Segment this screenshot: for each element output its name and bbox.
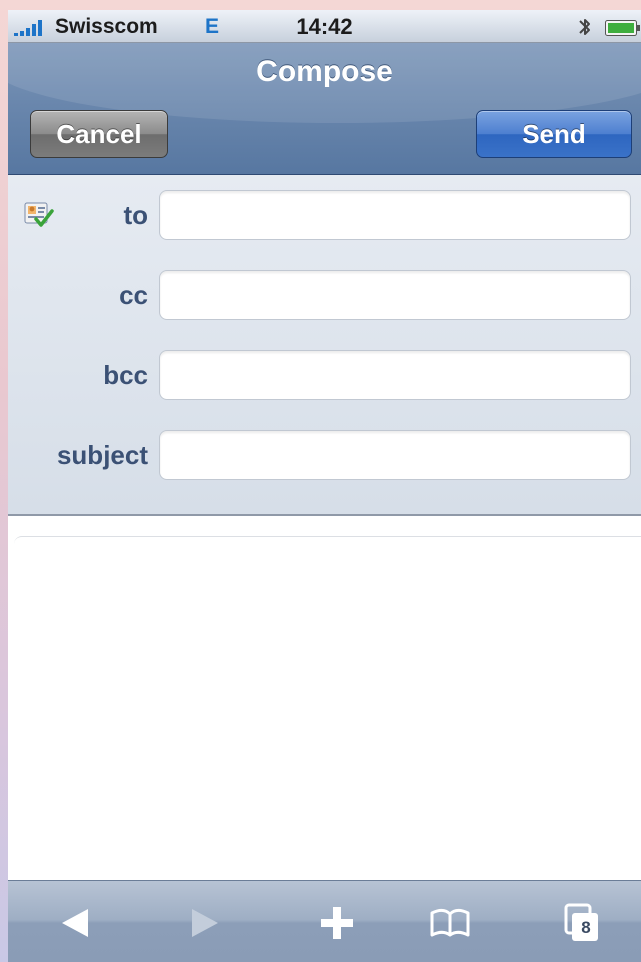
- screen: Swisscom E 14:42 Compose Cancel Send to …: [0, 0, 641, 962]
- bookmarks-icon[interactable]: [426, 901, 474, 945]
- message-body-field[interactable]: [14, 536, 641, 874]
- subject-field[interactable]: [159, 430, 631, 480]
- back-icon[interactable]: [52, 901, 100, 945]
- cc-field[interactable]: [159, 270, 631, 320]
- cancel-button[interactable]: Cancel: [30, 110, 168, 158]
- battery-icon: [605, 20, 640, 36]
- forward-icon[interactable]: [180, 901, 228, 945]
- subject-row: subject: [8, 430, 641, 480]
- browser-toolbar: 8: [8, 880, 641, 962]
- bcc-field[interactable]: [159, 350, 631, 400]
- send-button[interactable]: Send: [476, 110, 632, 158]
- navigation-bar: Compose Cancel Send: [8, 43, 641, 175]
- bcc-row: bcc: [8, 350, 641, 400]
- cc-row: cc: [8, 270, 641, 320]
- status-bar: Swisscom E 14:42: [8, 10, 641, 43]
- compose-header-fields: to cc bcc subject: [8, 175, 641, 516]
- to-label: to: [123, 200, 148, 230]
- pages-count: 8: [581, 918, 591, 937]
- plus-icon[interactable]: [313, 901, 361, 945]
- pages-button[interactable]: 8: [556, 901, 604, 945]
- bcc-label: bcc: [103, 360, 148, 390]
- clock: 14:42: [296, 14, 353, 39]
- page-title: Compose: [256, 55, 393, 88]
- to-field[interactable]: [159, 190, 631, 240]
- to-row: to: [8, 190, 641, 240]
- subject-label: subject: [56, 440, 148, 470]
- bluetooth-icon: [579, 19, 590, 35]
- cc-label: cc: [119, 280, 148, 310]
- message-body-area: [8, 516, 641, 880]
